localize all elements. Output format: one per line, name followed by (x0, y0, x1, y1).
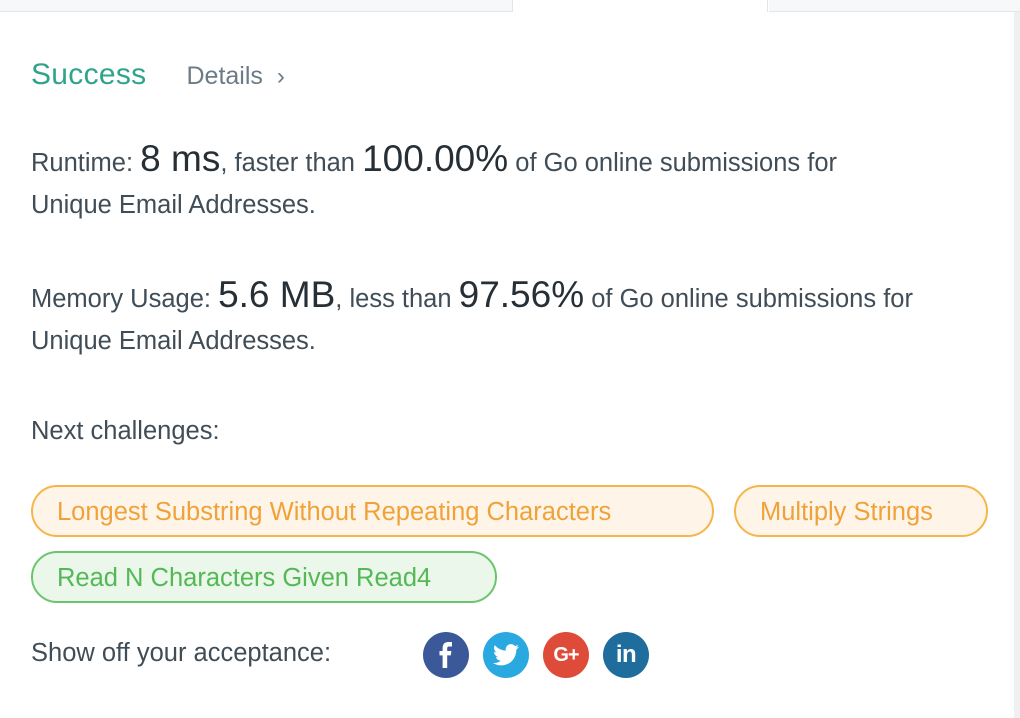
twitter-icon (493, 644, 519, 666)
google-plus-share-button[interactable]: G+ (543, 632, 589, 678)
runtime-percent: 100.00% (362, 138, 509, 179)
runtime-stat: Runtime: 8 ms, faster than 100.00% of Go… (31, 138, 837, 226)
facebook-icon (439, 642, 452, 668)
memory-label: Memory Usage: (31, 285, 211, 313)
linkedin-share-button[interactable]: in (603, 632, 649, 678)
share-label: Show off your acceptance: (31, 639, 332, 667)
runtime-value: 8 ms (140, 138, 221, 179)
tab-inactive-left[interactable] (0, 0, 512, 12)
next-challenges-label: Next challenges: (31, 417, 220, 445)
status-row: Success Details › (31, 58, 285, 92)
details-link[interactable]: Details › (186, 62, 284, 91)
challenge-chip-multiply-strings[interactable]: Multiply Strings (734, 485, 988, 537)
chevron-right-icon[interactable]: › (277, 63, 285, 91)
runtime-comparison: , faster than (220, 149, 355, 177)
memory-line: Memory Usage: 5.6 MB, less than 97.56% o… (31, 274, 913, 320)
memory-suffix: of Go online submissions for (591, 285, 913, 313)
facebook-share-button[interactable] (423, 632, 469, 678)
runtime-suffix: of Go online submissions for (515, 149, 838, 177)
submission-result-page: Success Details › Runtime: 8 ms, faster … (0, 0, 1020, 718)
memory-percent: 97.56% (458, 274, 585, 315)
google-plus-icon: G+ (553, 643, 579, 666)
memory-stat: Memory Usage: 5.6 MB, less than 97.56% o… (31, 274, 913, 362)
status-success: Success (31, 58, 147, 91)
memory-problem: Unique Email Addresses. (31, 327, 316, 355)
runtime-line: Runtime: 8 ms, faster than 100.00% of Go… (31, 138, 837, 184)
memory-comparison: , less than (335, 285, 452, 313)
tab-active[interactable] (512, 0, 768, 12)
challenge-chip-read-n-characters[interactable]: Read N Characters Given Read4 (31, 551, 497, 603)
tab-inactive-right[interactable] (769, 0, 1020, 12)
details-label[interactable]: Details (186, 62, 262, 91)
challenge-chip-longest-substring[interactable]: Longest Substring Without Repeating Char… (31, 485, 714, 537)
twitter-share-button[interactable] (483, 632, 529, 678)
runtime-problem: Unique Email Addresses. (31, 191, 316, 219)
scrollbar-track[interactable] (1014, 12, 1020, 718)
runtime-label: Runtime: (31, 149, 134, 177)
linkedin-icon: in (615, 641, 637, 668)
memory-value: 5.6 MB (218, 274, 336, 315)
tab-strip (0, 0, 1020, 12)
